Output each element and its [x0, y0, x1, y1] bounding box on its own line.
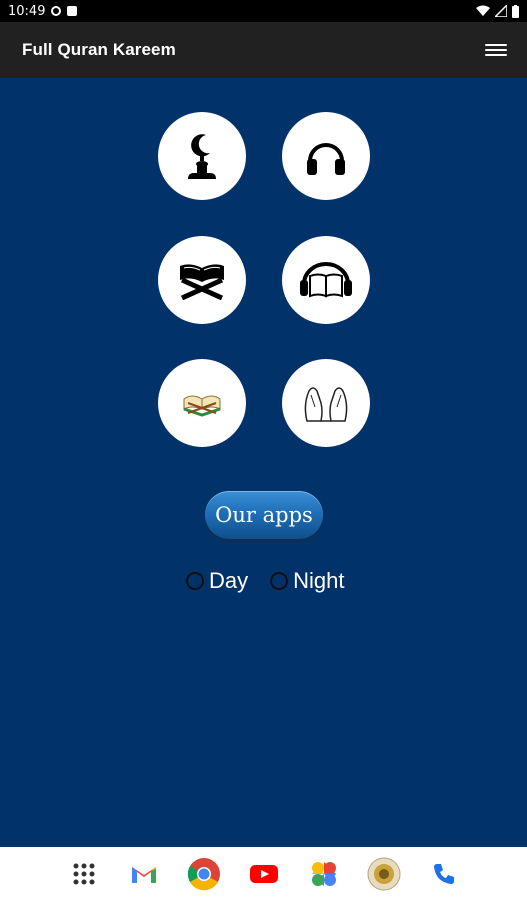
- hamburger-menu-icon[interactable]: [485, 41, 507, 59]
- day-label: Day: [209, 568, 249, 593]
- phone-icon[interactable]: [426, 856, 462, 892]
- day-radio-button[interactable]: [186, 572, 204, 590]
- headphones-icon[interactable]: [282, 112, 370, 200]
- praying-hands-icon[interactable]: [282, 359, 370, 447]
- wifi-icon: [476, 5, 490, 16]
- night-radio-button[interactable]: [270, 572, 289, 590]
- mosque-crescent-icon[interactable]: [158, 112, 246, 200]
- storage-icon: [67, 6, 78, 16]
- our-apps-button[interactable]: Our apps: [205, 491, 323, 539]
- quran-app-icon[interactable]: [366, 856, 402, 892]
- app-bar: Full Quran Kareem: [0, 22, 527, 78]
- open-quran-book-icon[interactable]: [158, 359, 246, 447]
- app-title: Full Quran Kareem: [22, 40, 176, 59]
- night-radio-option[interactable]: Night: [270, 568, 344, 594]
- chrome-icon[interactable]: [186, 856, 222, 892]
- app-dock: [0, 847, 527, 900]
- audio-quran-icon[interactable]: [282, 236, 370, 324]
- status-bar: 10:49: [0, 0, 527, 22]
- app-drawer-icon[interactable]: [66, 856, 102, 892]
- photos-icon[interactable]: [306, 856, 342, 892]
- theme-radio-group: Day Night: [186, 568, 366, 594]
- night-label: Night: [293, 568, 345, 593]
- gmail-icon[interactable]: [126, 856, 162, 892]
- youtube-icon[interactable]: [246, 856, 282, 892]
- clock: 10:49: [8, 3, 46, 19]
- battery-icon: [512, 4, 519, 18]
- do-not-disturb-icon: [51, 6, 62, 16]
- signal-icon: [495, 5, 507, 17]
- quran-stand-icon[interactable]: [158, 236, 246, 324]
- day-radio-option[interactable]: Day: [186, 568, 248, 594]
